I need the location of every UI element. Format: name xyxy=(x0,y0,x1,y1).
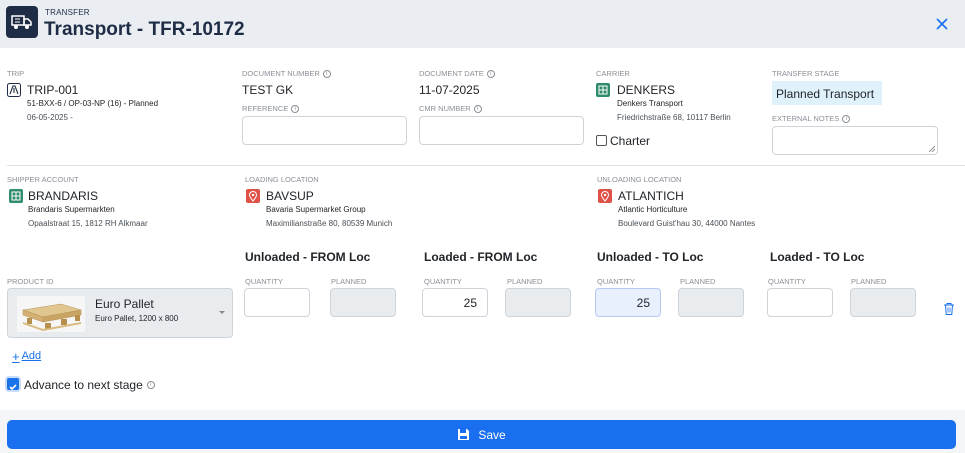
unloaded-to-planned-field xyxy=(678,288,744,317)
external-notes-textarea[interactable] xyxy=(772,126,938,155)
info-icon: i xyxy=(322,69,331,78)
truck-icon xyxy=(6,6,38,38)
trip-detail: 51-BXX-6 / OP-03-NP (16) - Planned xyxy=(27,99,159,108)
chevron-down-icon xyxy=(219,311,225,314)
loaded-from-planned-field xyxy=(505,288,571,317)
loaded-to-planned-field xyxy=(850,288,916,317)
planned-label: PLANNED xyxy=(851,277,887,286)
trip-code[interactable]: TRIP-001 xyxy=(27,83,78,97)
cmr-number-input[interactable] xyxy=(419,116,584,145)
document-number-label: DOCUMENT NUMBER i xyxy=(242,69,331,78)
reference-label: REFERENCE i xyxy=(242,104,300,113)
shipper-label: SHIPPER ACCOUNT xyxy=(7,175,79,184)
modal-header: TRANSFER Transport - TFR-10172 xyxy=(0,0,965,48)
quantity-label: QUANTITY xyxy=(768,277,806,286)
loaded-from-quantity-input[interactable]: 25 xyxy=(422,288,488,317)
reference-input[interactable] xyxy=(242,116,407,145)
quantity-label: QUANTITY xyxy=(597,277,635,286)
info-icon: i xyxy=(146,381,155,389)
trash-icon[interactable] xyxy=(943,302,955,316)
carrier-address: Friedrichstraße 68, 10117 Berlin xyxy=(617,113,731,122)
unloaded-to-quantity-input[interactable]: 25 xyxy=(595,288,661,317)
group-title-loaded-from: Loaded - FROM Loc xyxy=(424,250,538,264)
advance-stage-checkbox[interactable] xyxy=(7,378,19,391)
unloading-address: Boulevard Guist'hau 30, 44000 Nantes xyxy=(618,219,756,228)
shipper-code[interactable]: BRANDARIS xyxy=(28,189,98,203)
product-id-label: PRODUCT ID xyxy=(7,277,54,286)
info-icon: i xyxy=(486,69,495,78)
shipper-address: Opaalstraat 15, 1812 RH Alkmaar xyxy=(28,219,148,228)
unloading-location-label: UNLOADING LOCATION xyxy=(597,175,682,184)
group-title-unloaded-to: Unloaded - TO Loc xyxy=(597,250,704,264)
group-title-loaded-to: Loaded - TO Loc xyxy=(770,250,865,264)
planned-label: PLANNED xyxy=(507,277,543,286)
trip-date: 06-05-2025 - xyxy=(27,113,73,122)
loading-code[interactable]: BAVSUP xyxy=(266,189,314,203)
loading-address: Maximilianstraße 80, 80539 Munich xyxy=(266,219,393,228)
company-icon xyxy=(9,189,23,203)
loading-location-label: LOADING LOCATION xyxy=(245,175,319,184)
carrier-label: CARRIER xyxy=(596,69,630,78)
carrier-name: Denkers Transport xyxy=(617,99,683,108)
quantity-label: QUANTITY xyxy=(245,277,283,286)
add-row-link[interactable]: + Add xyxy=(12,348,42,364)
planned-label: PLANNED xyxy=(331,277,367,286)
page-title: Transport - TFR-10172 xyxy=(44,19,245,40)
cmr-number-label: CMR NUMBER i xyxy=(419,104,482,113)
product-select[interactable]: Euro Pallet Euro Pallet, 1200 x 800 xyxy=(7,288,233,338)
info-icon: i xyxy=(291,104,300,113)
trip-icon xyxy=(7,83,21,97)
resize-handle-icon[interactable] xyxy=(929,146,935,152)
close-icon[interactable] xyxy=(932,14,952,34)
transfer-stage-label: TRANSFER STAGE xyxy=(772,69,840,78)
company-icon xyxy=(596,83,610,97)
shipper-name: Brandaris Supermarkten xyxy=(28,205,115,214)
unloading-code[interactable]: ATLANTICH xyxy=(618,189,684,203)
advance-stage-label[interactable]: Advance to next stage i xyxy=(24,378,155,392)
info-icon: i xyxy=(842,114,851,123)
plus-icon: + xyxy=(12,348,20,364)
save-label: Save xyxy=(478,427,506,442)
trip-label: TRIP xyxy=(7,69,25,78)
loaded-to-quantity-input[interactable] xyxy=(767,288,833,317)
document-number-value: TEST GK xyxy=(242,83,294,97)
location-pin-icon xyxy=(598,189,612,203)
euro-pallet-image xyxy=(17,296,85,332)
unloaded-from-quantity-input[interactable] xyxy=(244,288,310,317)
floppy-disk-icon xyxy=(458,429,470,440)
check-icon xyxy=(9,384,17,391)
unloaded-from-planned-field xyxy=(330,288,396,317)
document-date-value: 11-07-2025 xyxy=(419,83,480,97)
quantity-label: QUANTITY xyxy=(424,277,462,286)
info-icon: i xyxy=(473,104,482,113)
unloading-name: Atlantic Horticulture xyxy=(618,205,688,214)
header-kicker: TRANSFER xyxy=(45,8,90,17)
carrier-code[interactable]: DENKERS xyxy=(617,83,675,97)
location-pin-icon xyxy=(246,189,260,203)
section-divider xyxy=(7,165,965,166)
product-description: Euro Pallet, 1200 x 800 xyxy=(95,314,179,323)
charter-checkbox[interactable] xyxy=(596,135,607,146)
planned-label: PLANNED xyxy=(680,277,716,286)
add-label: Add xyxy=(21,350,42,362)
save-button[interactable]: Save xyxy=(7,420,956,449)
external-notes-label: EXTERNAL NOTES i xyxy=(772,114,851,123)
document-date-label: DOCUMENT DATE i xyxy=(419,69,495,78)
transfer-stage-badge: Planned Transport xyxy=(772,81,882,105)
product-name: Euro Pallet xyxy=(95,297,154,311)
charter-label[interactable]: Charter xyxy=(610,134,650,148)
transfer-modal: TRANSFER Transport - TFR-10172 TRIP TRIP… xyxy=(0,0,965,453)
group-title-unloaded-from: Unloaded - FROM Loc xyxy=(245,250,371,264)
loading-name: Bavaria Supermarket Group xyxy=(266,205,366,214)
